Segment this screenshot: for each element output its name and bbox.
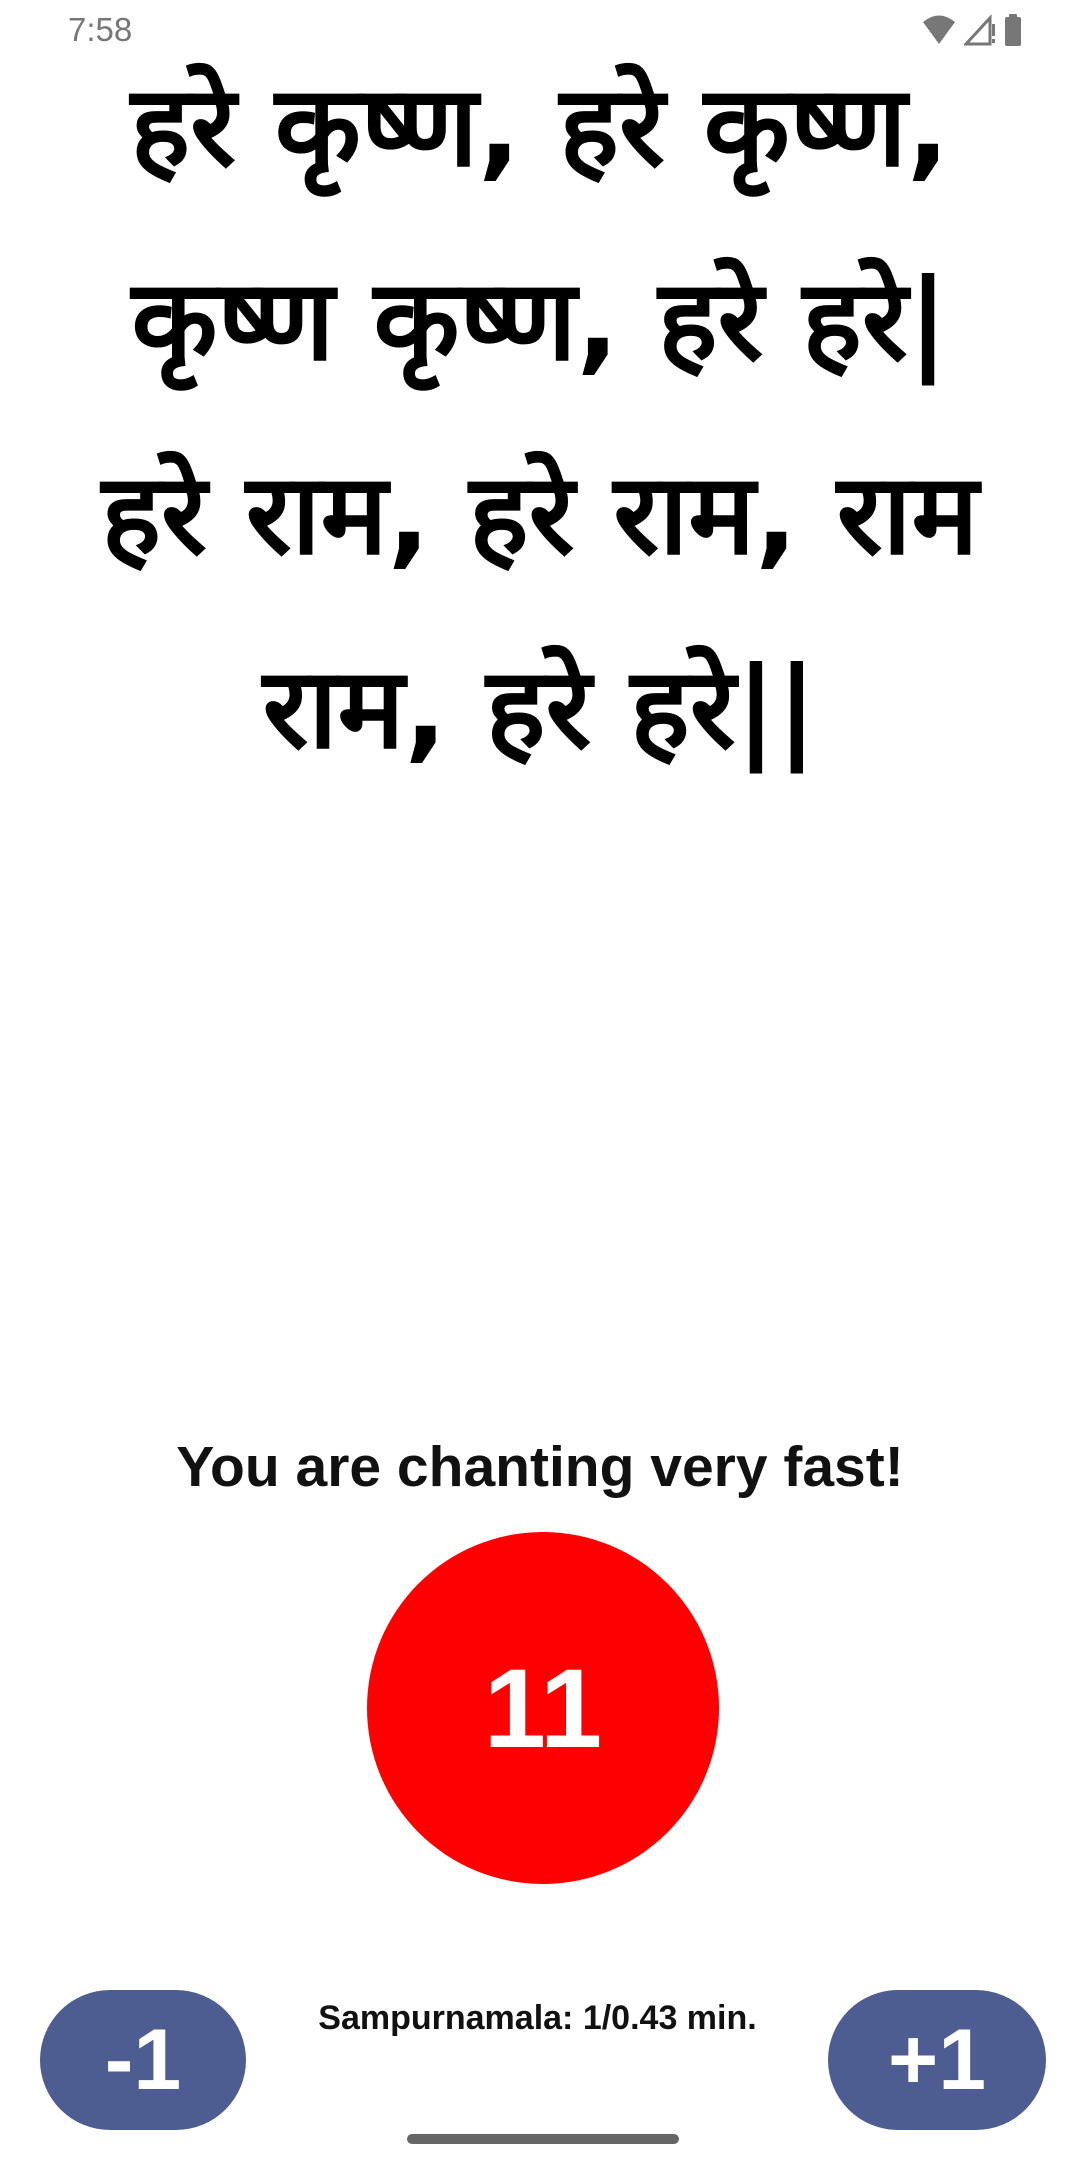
mantra-line: हरे राम, हरे राम, राम bbox=[101, 450, 979, 580]
home-indicator[interactable] bbox=[407, 2134, 679, 2144]
increment-button[interactable]: +1 bbox=[828, 1990, 1046, 2130]
mantra-line: कृष्ण कृष्ण, हरे हरे| bbox=[131, 256, 949, 386]
mantra-line: हरे कृष्ण, हरे कृष्ण, bbox=[130, 62, 950, 192]
speed-feedback-message: You are chanting very fast! bbox=[176, 1435, 904, 1499]
decrement-button[interactable]: -1 bbox=[40, 1990, 246, 2130]
chant-counter-button[interactable]: 11 bbox=[367, 1532, 719, 1884]
mantra-line: राम, हरे हरे|| bbox=[262, 644, 818, 774]
sampurnamala-stats: Sampurnamala: 1/0.43 min. bbox=[318, 1999, 757, 2037]
chant-count: 11 bbox=[483, 1645, 603, 1771]
mantra-text: हरे कृष्ण, हरे कृष्ण, कृष्ण कृष्ण, हरे ह… bbox=[40, 30, 1040, 806]
